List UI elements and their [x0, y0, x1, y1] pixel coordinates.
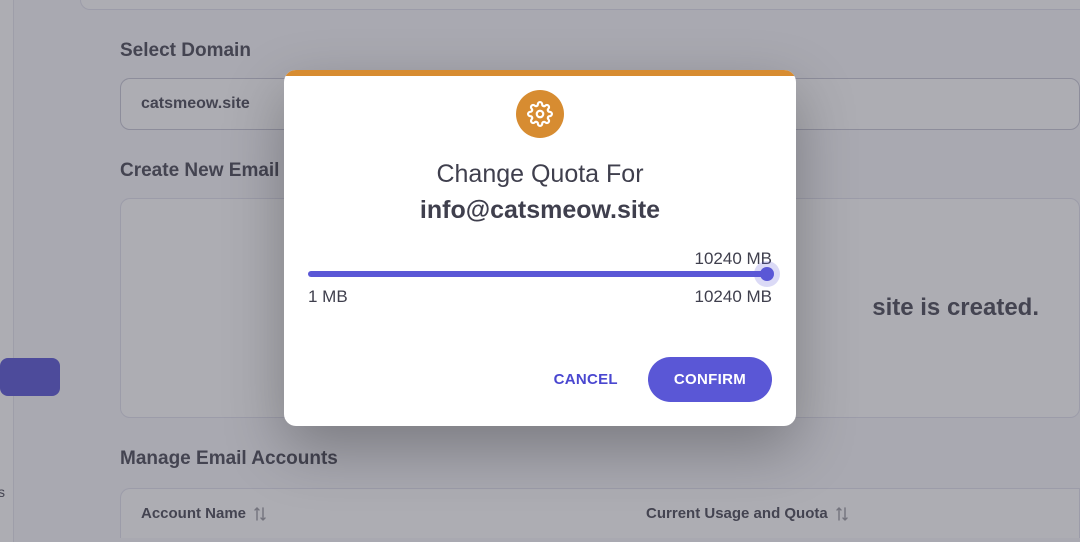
modal-actions: CANCEL CONFIRM	[308, 357, 772, 402]
cancel-button[interactable]: CANCEL	[554, 371, 618, 388]
modal-overlay[interactable]: Change Quota For info@catsmeow.site 1024…	[0, 0, 1080, 542]
quota-slider[interactable]: 10240 MB 1 MB 10240 MB	[308, 271, 772, 307]
modal-title-email: info@catsmeow.site	[308, 192, 772, 228]
quota-current-value: 10240 MB	[695, 249, 773, 269]
change-quota-modal: Change Quota For info@catsmeow.site 1024…	[284, 70, 796, 426]
gear-icon	[516, 90, 564, 138]
quota-slider-thumb[interactable]	[760, 267, 774, 281]
modal-title: Change Quota For info@catsmeow.site	[308, 156, 772, 229]
quota-min-label: 1 MB	[308, 287, 348, 307]
modal-title-line1: Change Quota For	[436, 160, 643, 188]
confirm-button[interactable]: CONFIRM	[648, 357, 772, 402]
quota-max-label: 10240 MB	[695, 287, 773, 307]
quota-slider-track[interactable]	[308, 271, 772, 277]
